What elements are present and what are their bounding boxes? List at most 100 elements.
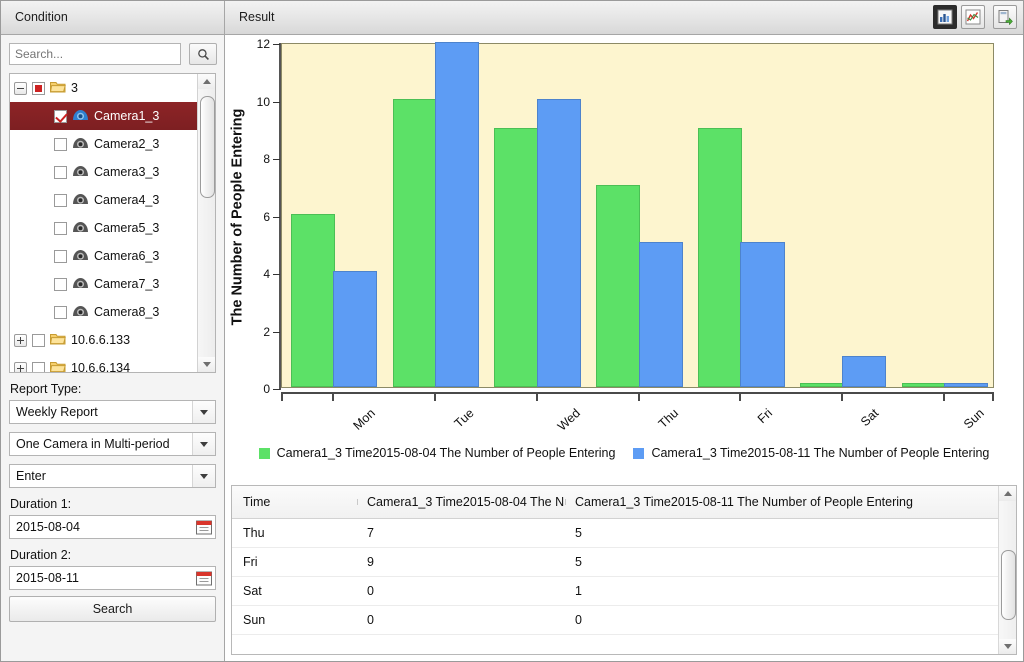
- x-axis-tick: [331, 392, 334, 401]
- tree-node-label: Camera3_3: [94, 165, 160, 179]
- x-axis-tick-label: Sun: [961, 406, 987, 432]
- camera-tree-body: 3 Camera1_3 Camera2_3 Camera3_3 Camera4_3 Cam…: [10, 74, 198, 372]
- search-input[interactable]: [9, 43, 181, 65]
- tree-node-checkbox[interactable]: [54, 165, 67, 179]
- table-row[interactable]: Sun 0 0: [232, 606, 999, 635]
- tree-node-checkbox[interactable]: [54, 109, 67, 123]
- table-cell: 0: [367, 584, 374, 598]
- tree-node-Camera3_3[interactable]: Camera3_3: [10, 158, 198, 186]
- y-axis-tick-mark: [273, 101, 280, 103]
- scroll-down-icon[interactable]: [198, 357, 215, 372]
- scroll-up-icon[interactable]: [999, 486, 1016, 501]
- table-column-header[interactable]: Camera1_3 Time2015-08-04 The N...: [356, 495, 564, 509]
- bar-Mon-series2: [332, 270, 378, 387]
- x-axis-tick: [943, 392, 946, 401]
- expand-icon[interactable]: [14, 333, 27, 347]
- table-cell: 1: [575, 584, 582, 598]
- scroll-up-icon[interactable]: [198, 74, 215, 89]
- tree-node-Camera4_3[interactable]: Camera4_3: [10, 186, 198, 214]
- tree-node-Camera5_3[interactable]: Camera5_3: [10, 214, 198, 242]
- chevron-down-icon[interactable]: [192, 465, 215, 487]
- tree-scroll-thumb[interactable]: [200, 96, 215, 198]
- x-axis-tick-label: Sat: [858, 406, 882, 430]
- tree-node-Camera8_3[interactable]: Camera8_3: [10, 298, 198, 326]
- table-row[interactable]: Sat 0 1: [232, 577, 999, 606]
- y-axis-tick-label: 0: [263, 382, 270, 396]
- duration1-field[interactable]: 2015-08-04: [9, 515, 216, 539]
- table-scrollbar[interactable]: [998, 486, 1016, 654]
- result-table[interactable]: Time Camera1_3 Time2015-08-04 The N... Cam…: [231, 485, 1017, 655]
- statistics-mode-select[interactable]: One Camera in Multi-period: [9, 432, 216, 456]
- table-column-header[interactable]: Time: [232, 495, 356, 509]
- chevron-down-icon[interactable]: [192, 401, 215, 423]
- tree-node-label: Camera8_3: [94, 305, 160, 319]
- table-scroll-thumb[interactable]: [1001, 550, 1016, 620]
- tree-node-checkbox[interactable]: [54, 277, 67, 291]
- camera-icon: [67, 276, 89, 293]
- bar-Sun-series1: [901, 383, 947, 387]
- y-axis-tick-label: 4: [263, 267, 270, 281]
- search-submit-button[interactable]: Search: [9, 596, 216, 622]
- calendar-icon[interactable]: [195, 518, 213, 536]
- bar-Sun-series2: [944, 383, 989, 387]
- tree-scrollbar[interactable]: [197, 74, 215, 372]
- people-counting-report-window: Condition Result Search... 3 Camera1_3 C…: [0, 0, 1024, 662]
- tree-node-Camera7_3[interactable]: Camera7_3: [10, 270, 198, 298]
- tree-node-label: Camera7_3: [94, 277, 160, 291]
- tree-node-Camera1_3[interactable]: Camera1_3: [10, 102, 198, 130]
- tree-node-label: Camera4_3: [94, 193, 160, 207]
- flow-direction-select[interactable]: Enter: [9, 464, 216, 488]
- tree-node-checkbox[interactable]: [32, 361, 45, 372]
- table-row[interactable]: Fri 9 5: [232, 548, 999, 577]
- table-row[interactable]: Thu 7 5: [232, 519, 999, 548]
- x-axis-tick-label: Wed: [554, 406, 583, 434]
- search-button[interactable]: [189, 43, 217, 65]
- flow-direction-value: Enter: [16, 469, 46, 483]
- line-chart-icon[interactable]: [961, 5, 985, 29]
- tree-node-checkbox[interactable]: [32, 333, 45, 347]
- report-type-value: Weekly Report: [16, 405, 98, 419]
- tree-node-label: Camera6_3: [94, 249, 160, 263]
- result-title: Result: [239, 10, 275, 24]
- chevron-down-icon[interactable]: [192, 433, 215, 455]
- tree-node-checkbox[interactable]: [54, 193, 67, 207]
- chart-legend: Camera1_3 Time2015-08-04 The Number of P…: [225, 440, 1023, 466]
- tree-node-10-6-6-133[interactable]: 10.6.6.133: [10, 326, 198, 354]
- y-axis-tick-label: 8: [263, 152, 270, 166]
- collapse-icon[interactable]: [14, 81, 27, 95]
- camera-icon: [67, 136, 89, 153]
- tree-node-label: Camera5_3: [94, 221, 160, 235]
- x-axis-tick: [433, 392, 436, 401]
- table-column-header[interactable]: Camera1_3 Time2015-08-11 The Number of P…: [564, 495, 999, 509]
- legend-swatch: [258, 447, 270, 459]
- table-cell: 5: [575, 555, 582, 569]
- result-panel-header: Result: [225, 1, 1023, 35]
- tree-node-checkbox[interactable]: [54, 249, 67, 263]
- y-axis-tick-mark: [273, 274, 280, 275]
- folder-icon: [45, 80, 66, 96]
- bar-Fri-series1: [698, 127, 743, 387]
- table-cell: 9: [367, 555, 374, 569]
- tree-node-checkbox[interactable]: [32, 81, 45, 95]
- bar-Sat-series1: [799, 383, 845, 387]
- report-type-select[interactable]: Weekly Report: [9, 400, 216, 424]
- tree-node-10-6-6-134[interactable]: 10.6.6.134: [10, 354, 198, 372]
- duration2-field[interactable]: 2015-08-11: [9, 566, 216, 590]
- bar-Tue-series1: [392, 99, 437, 387]
- table-cell: 0: [367, 613, 374, 627]
- calendar-icon[interactable]: [195, 569, 213, 587]
- condition-panel: 3 Camera1_3 Camera2_3 Camera3_3 Camera4_3 Cam…: [1, 35, 225, 661]
- tree-node-checkbox[interactable]: [54, 221, 67, 235]
- camera-tree[interactable]: 3 Camera1_3 Camera2_3 Camera3_3 Camera4_3 Cam…: [9, 73, 216, 373]
- tree-node-Camera6_3[interactable]: Camera6_3: [10, 242, 198, 270]
- bar-chart-icon[interactable]: [933, 5, 957, 29]
- tree-node-checkbox[interactable]: [54, 305, 67, 319]
- tree-node-checkbox[interactable]: [54, 137, 67, 151]
- expand-icon[interactable]: [14, 361, 27, 372]
- y-axis-tick-mark: [273, 331, 280, 333]
- export-icon[interactable]: [993, 5, 1017, 29]
- camera-icon: [67, 248, 89, 265]
- scroll-down-icon[interactable]: [999, 639, 1016, 654]
- tree-node-Camera2_3[interactable]: Camera2_3: [10, 130, 198, 158]
- tree-node-3[interactable]: 3: [10, 74, 198, 102]
